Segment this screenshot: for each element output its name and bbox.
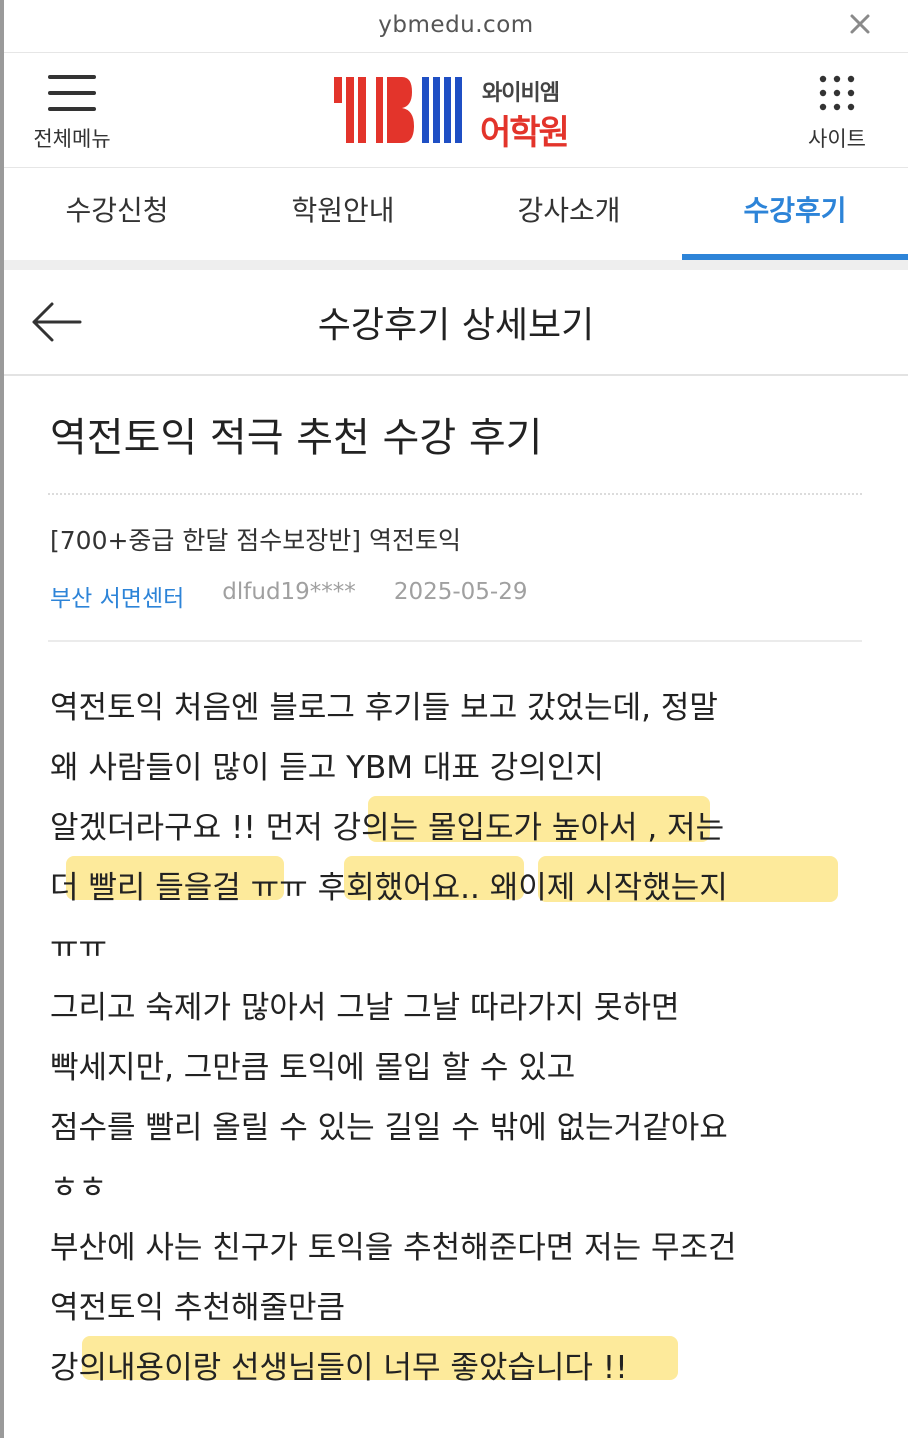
browser-url-bar[interactable]: ybmedu.com	[4, 0, 908, 53]
review-line: 점수를 빨리 올릴 수 있는 길일 수 밖에 없는거같아요	[50, 1110, 728, 1146]
site-label: 사이트	[808, 127, 866, 151]
main-nav: 수강신청 학원안내 강사소개 수강후기	[4, 168, 908, 260]
tab-academy-info[interactable]: 학원안내	[230, 168, 456, 260]
hamburger-icon	[48, 75, 96, 111]
page-title: 수강후기 상세보기	[317, 305, 595, 346]
ybm-logo[interactable]: 와이비엠 어학원	[332, 75, 592, 153]
tab-reviews[interactable]: 수강후기	[682, 168, 908, 260]
site-header: 전체메뉴 와이비엠 어학원 사이트	[4, 53, 908, 168]
full-menu-label: 전체메뉴	[33, 127, 111, 151]
review-body: 역전토익 처음엔 블로그 후기들 보고 갔었는데, 정말 왜 사람들이 많이 듣…	[50, 678, 870, 1398]
tab-course-registration[interactable]: 수강신청	[4, 168, 230, 260]
review-meta: 부산 서면센터 dlfud19**** 2025-05-29	[50, 579, 527, 613]
logo-title: 어학원	[480, 113, 570, 153]
review-line: 강의내용이랑 선생님들이 너무 좋았습니다 !!	[50, 1350, 628, 1386]
course-name: [700+중급 한달 점수보장반] 역전토익	[50, 526, 462, 555]
meta-divider	[48, 640, 862, 642]
full-menu-button[interactable]: 전체메뉴	[26, 73, 118, 155]
review-line: 역전토익 처음엔 블로그 후기들 보고 갔었는데, 정말	[50, 690, 718, 726]
review-line: 그리고 숙제가 많아서 그날 그날 따라가지 못하면	[50, 990, 680, 1026]
close-icon[interactable]	[846, 10, 874, 38]
review-line: 알겠더라구요 !! 먼저 강의는 몰입도가 높아서 , 저는	[50, 810, 725, 846]
review-line: ㅠㅠ	[50, 930, 108, 966]
url-text: ybmedu.com	[378, 12, 534, 38]
review-line: ㅎㅎ	[50, 1170, 108, 1206]
review-center: 부산 서면센터	[50, 586, 185, 612]
grid-icon	[819, 75, 855, 111]
site-menu-button[interactable]: 사이트	[796, 73, 878, 155]
review-line: 빡세지만, 그만큼 토익에 몰입 할 수 있고	[50, 1050, 576, 1086]
review-line: 역전토익 추천해줄만큼	[50, 1290, 346, 1326]
review-line: 왜 사람들이 많이 듣고 YBM 대표 강의인지	[50, 750, 604, 786]
review-line: 부산에 사는 친구가 토익을 추천해준다면 저는 무조건	[50, 1230, 737, 1266]
page-header: 수강후기 상세보기	[4, 270, 908, 376]
section-divider	[4, 260, 908, 270]
review-line: 더 빨리 들을걸 ㅠㅠ 후회했어요.. 왜이제 시작했는지	[50, 870, 728, 906]
title-divider	[48, 493, 862, 495]
review-title: 역전토익 적극 추천 수강 후기	[50, 415, 543, 461]
logo-subtitle: 와이비엠	[482, 81, 560, 106]
tab-instructors[interactable]: 강사소개	[456, 168, 682, 260]
ybm-logo-mark	[334, 77, 462, 143]
review-author: dlfud19****	[222, 579, 356, 605]
review-date: 2025-05-29	[393, 579, 528, 605]
